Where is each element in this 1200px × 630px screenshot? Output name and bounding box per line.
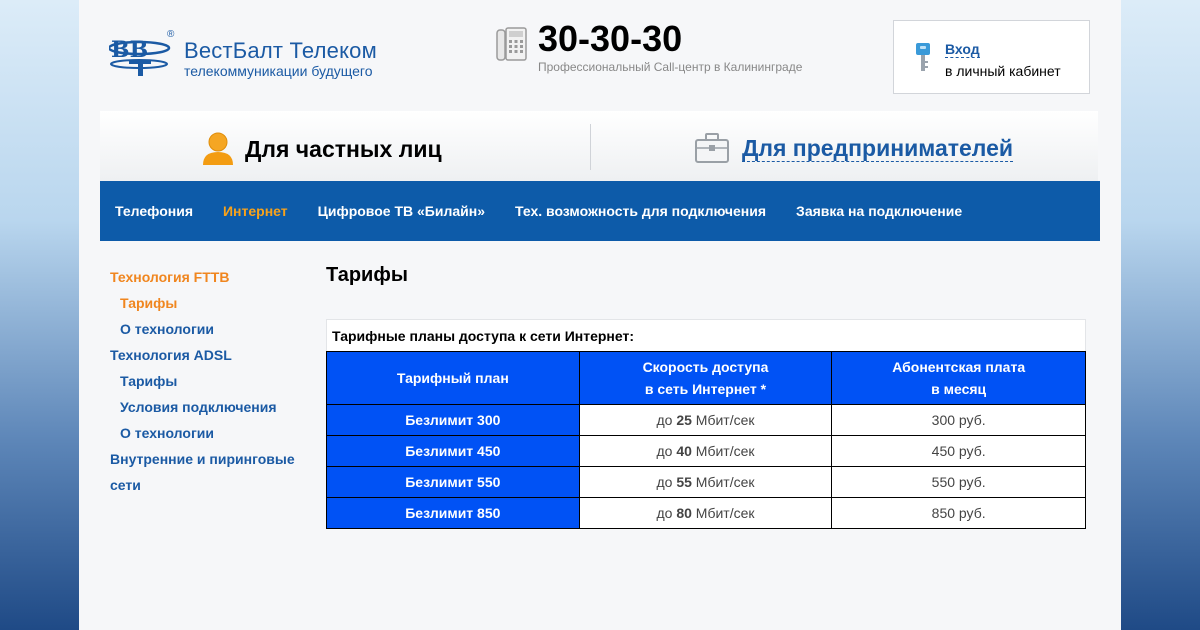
fee-cell: 550 руб.	[831, 466, 1086, 498]
nav-item-telephony[interactable]: Телефония	[115, 203, 193, 219]
phone-number: 30-30-30	[538, 18, 683, 59]
header-fee: Абонентская плата в месяц	[831, 351, 1086, 405]
speed-prefix: до	[656, 505, 673, 521]
registered-mark: ®	[167, 29, 175, 40]
segment-private[interactable]: Для частных лиц	[201, 131, 442, 167]
fee-cell: 450 руб.	[831, 435, 1086, 467]
tariff-table-header: Тарифный план Скорость доступа в сеть Ин…	[326, 351, 1086, 405]
plan-name: Безлимит 450	[326, 435, 580, 467]
sidebar-item-adsl-about[interactable]: О технологии	[110, 420, 310, 446]
speed-value: 55	[676, 474, 692, 490]
sidebar-item-adsl-tariffs[interactable]: Тарифы	[110, 368, 310, 394]
segment-private-label: Для частных лиц	[245, 135, 442, 162]
logo-tagline: телекоммуникации будущего	[184, 63, 373, 79]
desk-phone-icon	[496, 27, 527, 61]
table-row: Безлимит 300 до 25 Мбит/сек 300 руб.	[326, 404, 1086, 436]
fee-cell: 300 руб.	[831, 404, 1086, 436]
sidebar-menu: Технология FTTB Тарифы О технологии Техн…	[110, 264, 310, 498]
segment-business-label: Для предпринимателей	[742, 134, 1014, 162]
logo-text: ВестБалт Телеком телекоммуникации будуще…	[184, 38, 377, 80]
speed-unit: Мбит/сек	[695, 474, 755, 490]
speed-unit: Мбит/сек	[695, 412, 755, 428]
logo-name: ВестБалт Телеком	[184, 38, 377, 63]
header-plan: Тарифный план	[326, 351, 580, 405]
sidebar-item-peering[interactable]: Внутренние и пиринговые	[110, 446, 310, 472]
header-fee-line1: Абонентская плата	[892, 359, 1026, 375]
speed-value: 80	[676, 505, 692, 521]
sidebar-item-fttb[interactable]: Технология FTTB	[110, 264, 310, 290]
segment-divider	[590, 124, 591, 170]
sidebar-item-peering-cont[interactable]: сети	[110, 472, 310, 498]
speed-value: 40	[676, 443, 692, 459]
speed-cell: до 80 Мбит/сек	[578, 497, 833, 529]
speed-cell: до 55 Мбит/сек	[578, 466, 833, 498]
header-fee-line2: в месяц	[931, 381, 987, 397]
speed-prefix: до	[656, 412, 673, 428]
speed-prefix: до	[656, 474, 673, 490]
login-subtitle: в личный кабинет	[945, 63, 1061, 79]
header-speed-line1: Скорость доступа	[642, 359, 769, 375]
sidebar-item-adsl[interactable]: Технология ADSL	[110, 342, 310, 368]
tariff-table-caption: Тарифные планы доступа к сети Интернет:	[326, 319, 1086, 351]
plan-name: Безлимит 300	[326, 404, 580, 436]
vbt-logo-icon: BB	[109, 37, 171, 76]
header-speed: Скорость доступа в сеть Интернет *	[578, 351, 833, 405]
nav-item-connection-request[interactable]: Заявка на подключение	[796, 203, 962, 219]
page-container: BB ® ВестБалт Телеком телекоммуникации б…	[79, 0, 1121, 630]
sidebar-item-fttb-tariffs[interactable]: Тарифы	[110, 290, 310, 316]
fee-cell: 850 руб.	[831, 497, 1086, 529]
speed-prefix: до	[656, 443, 673, 459]
segment-business[interactable]: Для предпринимателей	[694, 132, 1014, 164]
audience-switch: Для частных лиц Для предпринимателей	[100, 111, 1098, 181]
speed-cell: до 25 Мбит/сек	[578, 404, 833, 436]
site-logo[interactable]: BB ® ВестБалт Телеком телекоммуникации б…	[109, 29, 377, 80]
nav-item-tech-availability[interactable]: Тех. возможность для подключения	[515, 203, 766, 219]
briefcase-icon	[695, 133, 729, 163]
speed-unit: Мбит/сек	[695, 505, 755, 521]
plan-name: Безлимит 850	[326, 497, 580, 529]
page-title: Тарифы	[326, 264, 408, 286]
person-icon	[203, 132, 233, 165]
nav-item-digital-tv[interactable]: Цифровое ТВ «Билайн»	[318, 203, 485, 219]
speed-value: 25	[676, 412, 692, 428]
speed-cell: до 40 Мбит/сек	[578, 435, 833, 467]
sidebar-item-fttb-about[interactable]: О технологии	[110, 316, 310, 342]
table-row: Безлимит 450 до 40 Мбит/сек 450 руб.	[326, 435, 1086, 467]
login-link[interactable]: Вход	[945, 41, 980, 58]
table-row: Безлимит 550 до 55 Мбит/сек 550 руб.	[326, 466, 1086, 498]
speed-unit: Мбит/сек	[695, 443, 755, 459]
header-speed-line2: в сеть Интернет *	[644, 381, 767, 397]
nav-item-internet[interactable]: Интернет	[223, 203, 288, 219]
plan-name: Безлимит 550	[326, 466, 580, 498]
phone-subtitle: Профессиональный Call-центр в Калинингра…	[538, 60, 803, 74]
key-icon	[916, 43, 930, 71]
sidebar-item-adsl-conditions[interactable]: Условия подключения	[110, 394, 310, 420]
table-row: Безлимит 850 до 80 Мбит/сек 850 руб.	[326, 497, 1086, 529]
tariff-table: Тарифный план Скорость доступа в сеть Ин…	[326, 351, 1086, 529]
login-box: Вход в личный кабинет	[893, 20, 1090, 94]
main-nav: Телефония Интернет Цифровое ТВ «Билайн» …	[100, 181, 1100, 241]
